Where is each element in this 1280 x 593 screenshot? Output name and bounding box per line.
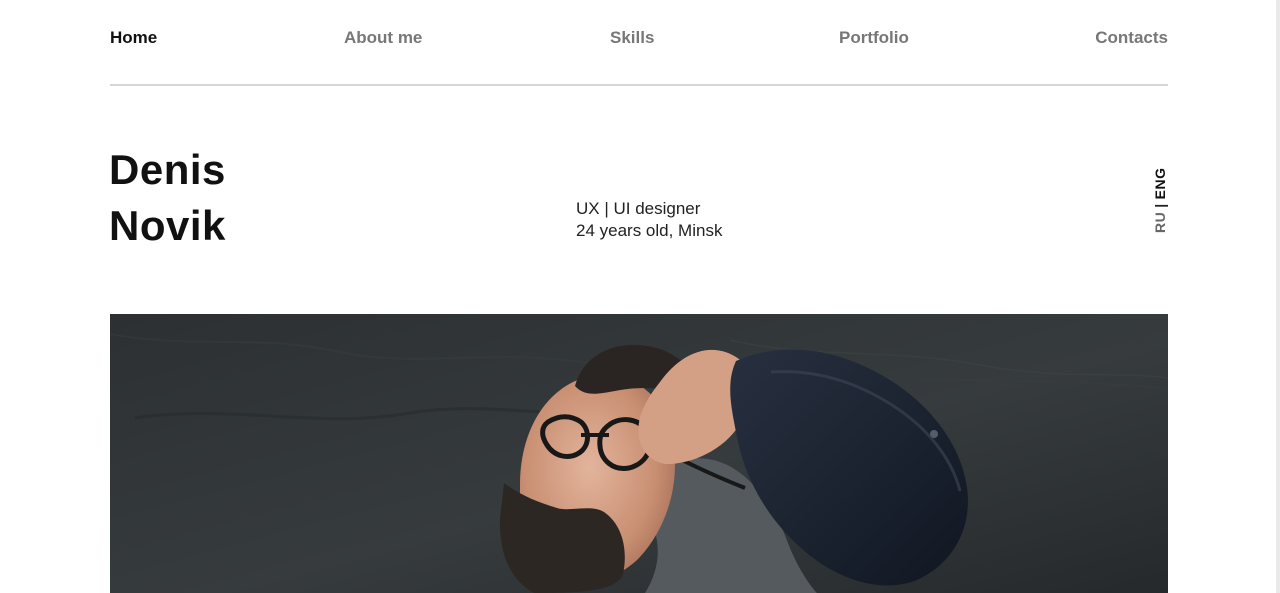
first-name: Denis (109, 146, 226, 193)
main-navigation: Home About me Skills Portfolio Contacts (110, 28, 1168, 52)
page: Home About me Skills Portfolio Contacts … (0, 0, 1280, 593)
language-switcher-text: RU | ENG (1152, 168, 1168, 234)
profile-summary: UX | UI designer 24 years old, Minsk (576, 198, 722, 242)
nav-divider (110, 84, 1168, 86)
portrait-photo-icon (110, 314, 1168, 593)
nav-item-skills[interactable]: Skills (610, 28, 654, 48)
language-eng-link[interactable]: ENG (1152, 168, 1168, 200)
age-location: 24 years old, Minsk (576, 221, 723, 240)
nav-item-portfolio[interactable]: Portfolio (839, 28, 909, 48)
language-switcher: RU | ENG (1152, 165, 1176, 235)
portrait-photo (110, 314, 1168, 593)
language-ru-link[interactable]: RU (1152, 212, 1168, 233)
nav-item-about-me[interactable]: About me (344, 28, 422, 48)
language-separator: | (1152, 203, 1168, 208)
job-title: UX | UI designer (576, 199, 701, 218)
last-name: Novik (109, 202, 226, 249)
nav-item-contacts[interactable]: Contacts (1095, 28, 1168, 48)
page-scroll-edge (1276, 0, 1280, 593)
nav-item-home[interactable]: Home (110, 28, 157, 48)
page-title: Denis Novik (109, 142, 226, 254)
